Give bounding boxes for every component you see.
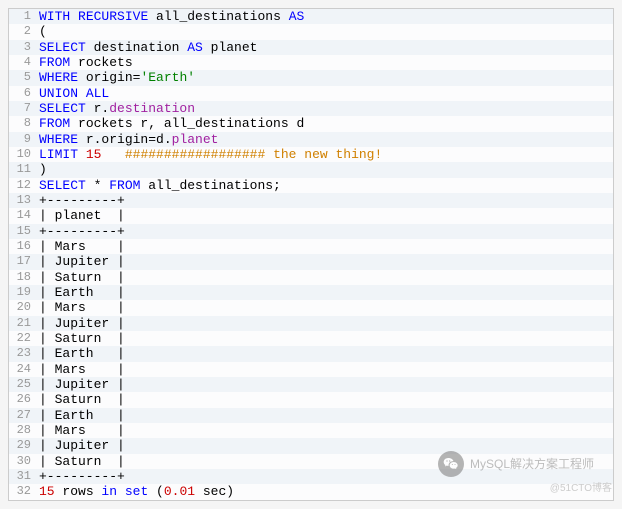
line-number: 12 <box>9 178 37 193</box>
code-line: 23| Earth | <box>9 346 613 361</box>
code-line: 17| Jupiter | <box>9 254 613 269</box>
code-line: 16| Mars | <box>9 239 613 254</box>
code-line: 28| Mars | <box>9 423 613 438</box>
code-line: 15+---------+ <box>9 224 613 239</box>
line-number: 27 <box>9 408 37 423</box>
line-number: 2 <box>9 24 37 39</box>
code-content: UNION ALL <box>37 86 109 101</box>
code-content: SELECT destination AS planet <box>37 40 257 55</box>
code-content: | Earth | <box>37 346 125 361</box>
watermark-text: MySQL解决方案工程师 <box>470 455 594 472</box>
code-content: | Saturn | <box>37 270 125 285</box>
code-content: ( <box>37 24 47 39</box>
code-line: 1WITH RECURSIVE all_destinations AS <box>9 9 613 24</box>
code-content: SELECT * FROM all_destinations; <box>37 178 281 193</box>
code-line: 6UNION ALL <box>9 86 613 101</box>
code-content: | Mars | <box>37 423 125 438</box>
code-line: 5WHERE origin='Earth' <box>9 70 613 85</box>
line-number: 9 <box>9 132 37 147</box>
code-content: | Saturn | <box>37 392 125 407</box>
line-number: 21 <box>9 316 37 331</box>
code-line: 10LIMIT 15 ################## the new th… <box>9 147 613 162</box>
code-line: 14| planet | <box>9 208 613 223</box>
line-number: 30 <box>9 454 37 469</box>
code-content: SELECT r.destination <box>37 101 195 116</box>
line-number: 18 <box>9 270 37 285</box>
line-number: 14 <box>9 208 37 223</box>
line-number: 22 <box>9 331 37 346</box>
code-content: +---------+ <box>37 193 125 208</box>
code-content: | Jupiter | <box>37 377 125 392</box>
line-number: 26 <box>9 392 37 407</box>
line-number: 4 <box>9 55 37 70</box>
code-line: 9WHERE r.origin=d.planet <box>9 132 613 147</box>
code-content: WITH RECURSIVE all_destinations AS <box>37 9 304 24</box>
code-line: 4FROM rockets <box>9 55 613 70</box>
code-line: 19| Earth | <box>9 285 613 300</box>
line-number: 20 <box>9 300 37 315</box>
line-number: 6 <box>9 86 37 101</box>
code-line: 27| Earth | <box>9 408 613 423</box>
code-line: 24| Mars | <box>9 362 613 377</box>
code-content: | Mars | <box>37 362 125 377</box>
code-line: 12SELECT * FROM all_destinations; <box>9 178 613 193</box>
code-line: 7SELECT r.destination <box>9 101 613 116</box>
line-number: 28 <box>9 423 37 438</box>
code-line: 20| Mars | <box>9 300 613 315</box>
code-content: | planet | <box>37 208 125 223</box>
line-number: 10 <box>9 147 37 162</box>
line-number: 13 <box>9 193 37 208</box>
code-content: | Mars | <box>37 300 125 315</box>
code-block: 1WITH RECURSIVE all_destinations AS2(3SE… <box>8 8 614 501</box>
code-content: ) <box>37 162 47 177</box>
watermark-sub: @51CTO博客 <box>550 479 612 494</box>
line-number: 8 <box>9 116 37 131</box>
line-number: 11 <box>9 162 37 177</box>
code-line: 3215 rows in set (0.01 sec) <box>9 484 613 499</box>
code-content: | Mars | <box>37 239 125 254</box>
code-content: FROM rockets <box>37 55 133 70</box>
code-content: WHERE origin='Earth' <box>37 70 195 85</box>
code-line: 11) <box>9 162 613 177</box>
line-number: 3 <box>9 40 37 55</box>
line-number: 16 <box>9 239 37 254</box>
line-number: 25 <box>9 377 37 392</box>
line-number: 31 <box>9 469 37 484</box>
code-line: 26| Saturn | <box>9 392 613 407</box>
code-content: | Jupiter | <box>37 438 125 453</box>
code-content: +---------+ <box>37 224 125 239</box>
code-content: | Earth | <box>37 285 125 300</box>
line-number: 17 <box>9 254 37 269</box>
code-line: 22| Saturn | <box>9 331 613 346</box>
code-line: 3SELECT destination AS planet <box>9 40 613 55</box>
code-content: WHERE r.origin=d.planet <box>37 132 218 147</box>
code-content: +---------+ <box>37 469 125 484</box>
wechat-icon <box>438 451 464 477</box>
code-line: 8FROM rockets r, all_destinations d <box>9 116 613 131</box>
code-content: | Saturn | <box>37 331 125 346</box>
code-line: 18| Saturn | <box>9 270 613 285</box>
line-number: 32 <box>9 484 37 499</box>
code-content: LIMIT 15 ################## the new thin… <box>37 147 382 162</box>
code-line: 13+---------+ <box>9 193 613 208</box>
code-content: | Earth | <box>37 408 125 423</box>
line-number: 15 <box>9 224 37 239</box>
line-number: 7 <box>9 101 37 116</box>
code-content: | Saturn | <box>37 454 125 469</box>
line-number: 5 <box>9 70 37 85</box>
code-content: | Jupiter | <box>37 254 125 269</box>
code-content: FROM rockets r, all_destinations d <box>37 116 304 131</box>
line-number: 1 <box>9 9 37 24</box>
watermark: MySQL解决方案工程师 <box>438 451 594 477</box>
code-content: | Jupiter | <box>37 316 125 331</box>
code-line: 25| Jupiter | <box>9 377 613 392</box>
code-content: 15 rows in set (0.01 sec) <box>37 484 234 499</box>
code-line: 21| Jupiter | <box>9 316 613 331</box>
line-number: 24 <box>9 362 37 377</box>
code-line: 2( <box>9 24 613 39</box>
line-number: 23 <box>9 346 37 361</box>
line-number: 19 <box>9 285 37 300</box>
line-number: 29 <box>9 438 37 453</box>
